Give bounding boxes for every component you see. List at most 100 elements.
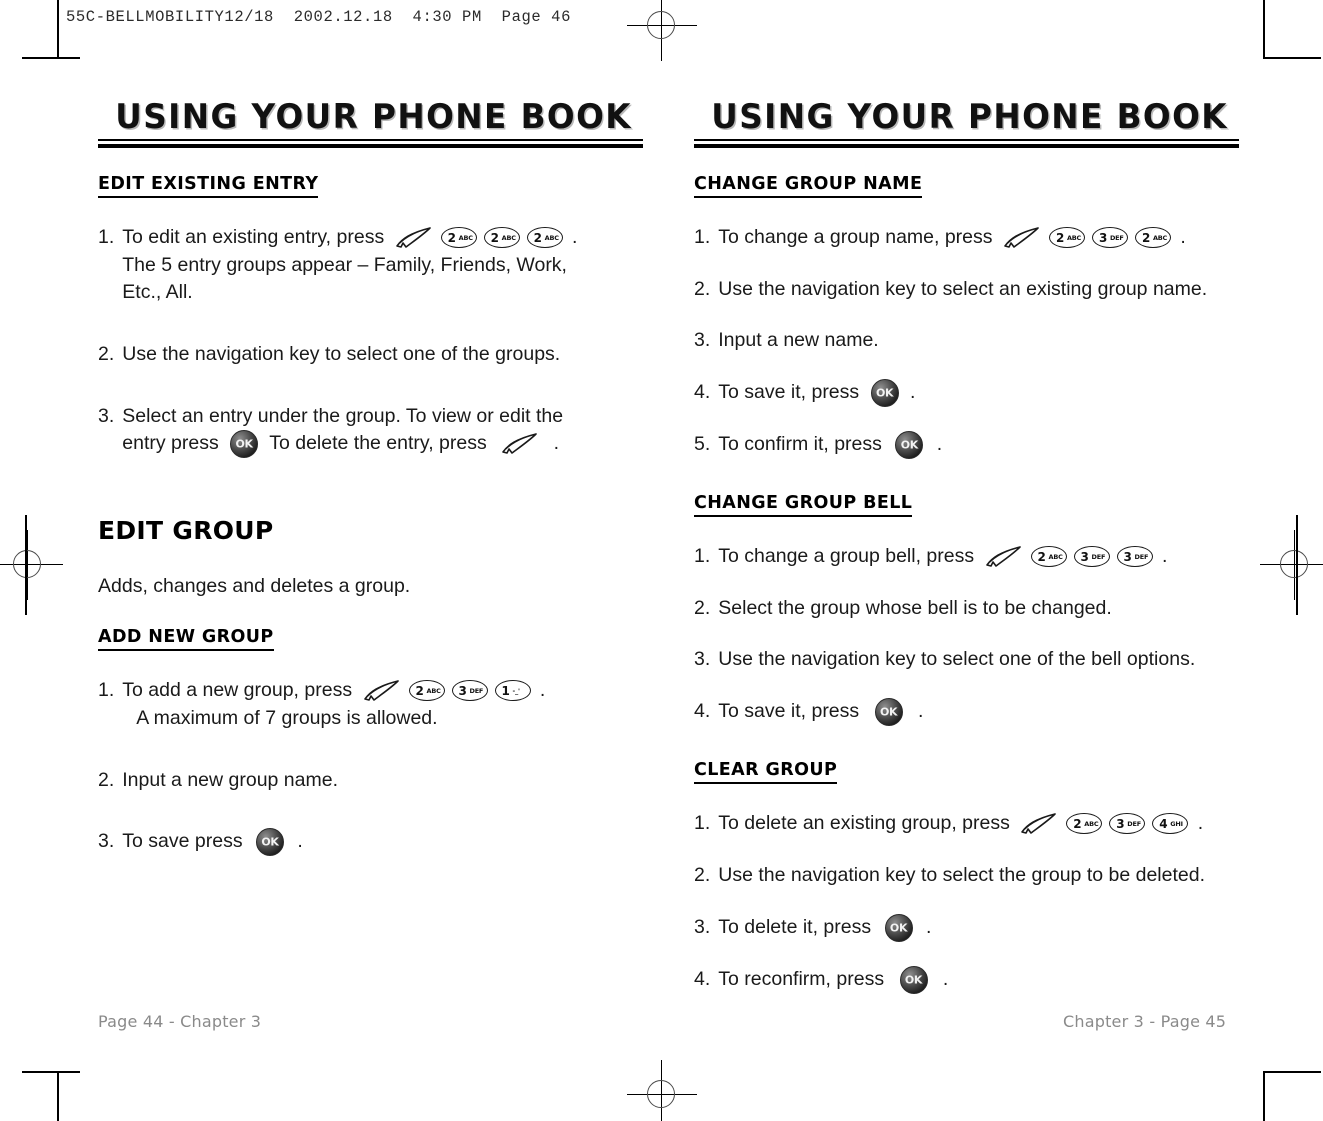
sentence-period: . — [1197, 812, 1204, 835]
key-2-icon: 2 ABC — [408, 680, 445, 702]
list-item-text: To delete the entry, press — [269, 432, 487, 455]
list-item: 3. Use the navigation key to select one … — [694, 646, 1239, 674]
list-item-line: A maximum of 7 groups is allowed. — [136, 706, 438, 729]
crop-mark-bottom-right-vertical — [1263, 1072, 1265, 1121]
key-digit: 2 — [1037, 549, 1046, 564]
list-item-text: To save it, press — [718, 700, 860, 723]
key-letters: ABC — [1152, 233, 1168, 242]
ok-key-label: OK — [261, 835, 279, 849]
list-item-body: To save it, press OK . — [718, 698, 1239, 727]
key-letters: ABC — [1084, 819, 1099, 828]
list-item-text: To save it, press — [718, 381, 860, 404]
key-2-icon: 2 ABC — [1030, 546, 1067, 568]
paragraph-edit-group-description: Adds, changes and deletes a group. — [98, 575, 411, 598]
list-item-number: 1. — [694, 226, 711, 248]
list-item: 1. To edit an existing entry, press 2 AB… — [98, 224, 643, 307]
list-item: 3. To save press OK . — [98, 828, 643, 857]
list-item-body: To save it, press OK . — [718, 379, 1239, 408]
list-item: 2. Use the navigation key to select an e… — [694, 276, 1239, 304]
list-item-text: To edit an existing entry, press — [122, 226, 385, 248]
heading-add-new-group: ADD NEW GROUP — [98, 627, 274, 652]
key-digit: 3 — [1123, 549, 1132, 564]
heading-change-group-bell-wrap: CHANGE GROUP BELL — [694, 493, 1239, 543]
registration-mark-right — [1260, 530, 1323, 600]
key-digit: 2 — [1055, 230, 1065, 245]
key-digit: 3 — [1098, 230, 1108, 245]
key-digit: 2 — [447, 230, 456, 245]
key-digit: 2 — [415, 683, 424, 698]
sentence-period: . — [910, 381, 916, 404]
list-item-body: To delete it, press OK . — [718, 913, 1239, 942]
list-item-line: To edit an existing entry, press 2 ABC 2… — [122, 224, 643, 252]
heading-change-group-name-wrap: CHANGE GROUP NAME — [694, 174, 1239, 224]
ok-key-icon: OK — [230, 430, 259, 459]
ok-key-label: OK — [904, 973, 923, 986]
key-digit: 4 — [1159, 816, 1168, 831]
crop-mark-top-left-vertical — [57, 0, 59, 58]
key-sequence-send-2-3-3: 2 ABC 3 DEF 3 DEF — [984, 545, 1153, 569]
ok-key-icon: OK — [874, 698, 903, 727]
key-2-icon: 2 ABC — [1048, 227, 1085, 249]
key-letters: DEF — [1091, 552, 1106, 561]
left-banner-rule-thin — [98, 139, 643, 141]
list-item-text: To change a group name, press — [718, 226, 993, 248]
list-item-text: To save press — [122, 830, 243, 853]
heading-edit-existing-entry-wrap: EDIT EXISTING ENTRY — [98, 174, 643, 224]
list-item: 1. To add a new group, press 2 ABC 3 DEF… — [98, 677, 643, 732]
footer-left-page-number: Page 44 - Chapter 3 — [98, 1012, 262, 1031]
key-letters: -_' — [512, 686, 521, 695]
list-item: 1. To delete an existing group, press 2 … — [694, 810, 1239, 838]
left-banner-title: USING YOUR PHONE BOOK — [115, 97, 632, 137]
ok-key-label: OK — [879, 705, 898, 719]
list-item-number: 4. — [694, 381, 711, 404]
key-digit: 3 — [1116, 816, 1125, 831]
list-item-number: 1. — [694, 812, 711, 835]
ok-key-label: OK — [889, 921, 908, 934]
key-sequence-send-2-3-2: 2 ABC 3 DEF 2 ABC — [1002, 226, 1171, 250]
list-item-number: 2. — [98, 768, 115, 791]
sentence-period: . — [936, 433, 943, 456]
list-item: 4. To save it, press OK . — [694, 698, 1239, 727]
right-page-banner: USING YOUR PHONE BOOK — [694, 100, 1239, 148]
send-key-icon — [1019, 812, 1059, 836]
ok-key-icon: OK — [884, 913, 913, 942]
list-item-body: To reconfirm, press OK . — [718, 965, 1239, 994]
key-letters: DEF — [469, 686, 484, 695]
key-letters: ABC — [458, 233, 473, 242]
sentence-period: . — [297, 830, 303, 853]
right-banner-rule-thick — [694, 144, 1239, 148]
list-item-line: To add a new group, press 2 ABC 3 DEF 1 … — [122, 677, 643, 705]
key-3-icon: 3 DEF — [1116, 546, 1153, 568]
sentence-period: . — [572, 226, 578, 248]
registration-mark-bottom — [627, 1060, 697, 1121]
list-item-number: 3. — [98, 404, 115, 427]
list-item-text: To reconfirm, press — [718, 967, 885, 990]
list-item: 3. Input a new name. — [694, 327, 1239, 355]
list-item-text: entry press — [122, 432, 219, 455]
sentence-period: . — [1161, 545, 1168, 568]
crop-mark-top-right-horizontal — [1263, 57, 1321, 59]
list-item: 4. To save it, press OK . — [694, 379, 1239, 408]
ok-key-icon: OK — [256, 828, 284, 857]
right-banner-rule-thin — [694, 139, 1239, 141]
list-item-number: 2. — [694, 863, 711, 886]
list-item-body: Use the navigation key to select one of … — [122, 343, 561, 366]
footer-right-page-number: Chapter 3 - Page 45 — [1063, 1012, 1227, 1031]
key-2-icon: 2 ABC — [483, 227, 520, 249]
key-letters: ABC — [544, 233, 559, 242]
list-item-body: Select an entry under the group. To view… — [122, 403, 643, 459]
crop-mark-top-right-vertical — [1263, 0, 1265, 58]
heading-change-group-name: CHANGE GROUP NAME — [694, 174, 923, 198]
key-1-icon: 1 -_' — [494, 680, 531, 702]
list-item-number: 1. — [98, 679, 115, 702]
list-item-number: 4. — [694, 700, 711, 723]
ok-key-label: OK — [875, 386, 894, 400]
list-item-body: To delete an existing group, press 2 ABC… — [718, 810, 1239, 838]
right-banner-title: USING YOUR PHONE BOOK — [711, 97, 1228, 137]
bleed-line-left — [25, 515, 27, 615]
key-3-icon: 3 DEF — [1073, 546, 1110, 568]
list-item-number: 3. — [694, 648, 711, 671]
sentence-period: . — [553, 432, 559, 455]
